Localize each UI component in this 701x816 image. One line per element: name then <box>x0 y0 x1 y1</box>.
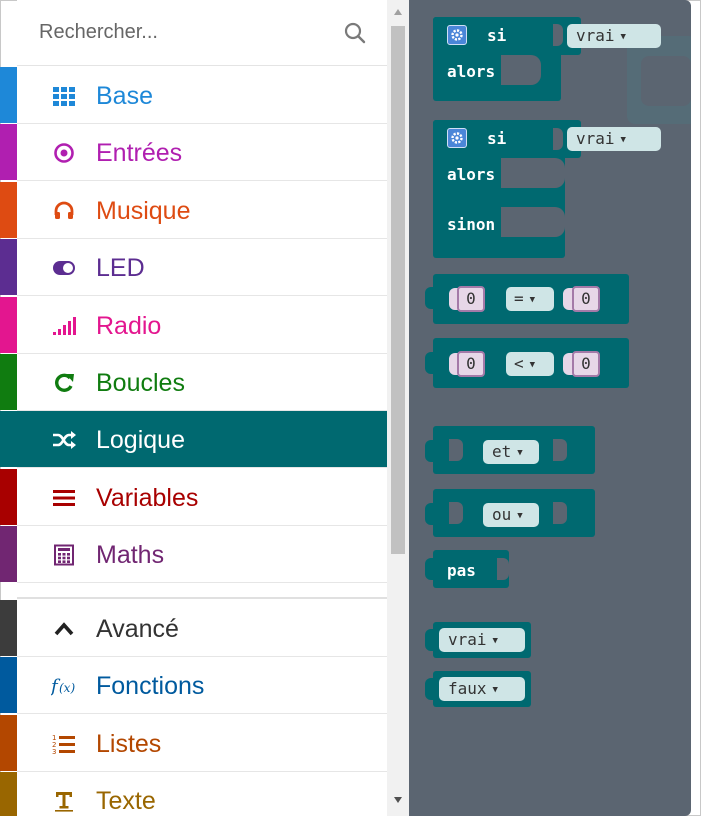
toolbox-divider <box>17 583 387 599</box>
category-color-bar <box>0 296 17 353</box>
shuffle-icon <box>51 427 77 453</box>
number-field-left[interactable]: 0 <box>457 351 485 377</box>
category-color-bar <box>0 124 17 181</box>
toolbox-scrollbar[interactable] <box>387 0 409 816</box>
category-color-bar <box>0 657 17 714</box>
headphones-icon <box>51 198 77 224</box>
si-keyword: si <box>487 129 507 148</box>
operator-dropdown[interactable]: < ▼ <box>506 352 554 376</box>
toolbox-category-boucles[interactable]: Boucles <box>0 354 387 411</box>
alors-keyword: alors <box>447 165 496 184</box>
search-bar <box>17 0 387 66</box>
number-field-left[interactable]: 0 <box>457 286 485 312</box>
toolbox-category-avance[interactable]: Avancé <box>0 600 387 657</box>
svg-text:(x): (x) <box>59 681 75 695</box>
category-label: Texte <box>96 787 156 816</box>
category-label: Variables <box>96 483 199 512</box>
signal-bars-icon <box>51 313 77 339</box>
toggle-icon <box>51 255 77 281</box>
category-color-bar <box>0 600 17 656</box>
toolbox-category-base[interactable]: Base <box>0 67 387 124</box>
toolbox-category-listes[interactable]: 1 2 3 Listes <box>0 714 387 772</box>
search-icon[interactable] <box>343 21 367 45</box>
category-label: Maths <box>96 541 165 570</box>
category-color-bar <box>0 714 17 771</box>
text-icon <box>51 788 77 814</box>
category-label: Base <box>96 82 153 110</box>
and-or-dropdown[interactable]: et ▼ <box>483 440 539 464</box>
toolbox-category-maths[interactable]: Maths <box>0 526 387 584</box>
toolbox-category-fonctions[interactable]: f (x) Fonctions <box>0 657 387 715</box>
category-color-bar <box>0 67 17 123</box>
toolbox-category-variables[interactable]: Variables <box>0 468 387 526</box>
refresh-icon <box>51 370 77 396</box>
toolbox-category-musique[interactable]: Musique <box>0 181 387 239</box>
gear-icon[interactable] <box>447 25 467 45</box>
logic-flyout: si vrai ▼ alors si vrai ▼ alors sinon 0 = ▼… <box>409 0 691 816</box>
category-color-bar <box>0 354 17 410</box>
number-field-right[interactable]: 0 <box>572 286 600 312</box>
lines-icon <box>51 485 77 511</box>
scroll-down-arrow-icon[interactable] <box>393 796 403 804</box>
operator-dropdown[interactable]: = ▼ <box>506 287 554 311</box>
toolbox: Base Entrées Musique LED Radio Boucles Logique… <box>0 0 387 816</box>
category-color-bar <box>0 181 17 238</box>
toolbox-category-logique[interactable]: Logique <box>0 411 387 469</box>
scrollbar-thumb[interactable] <box>391 26 405 554</box>
sinon-keyword: sinon <box>447 215 496 234</box>
workspace-ghost-block <box>641 56 691 106</box>
toolbox-category-entrees[interactable]: Entrées <box>0 124 387 182</box>
pas-keyword: pas <box>447 561 476 580</box>
search-input[interactable] <box>39 18 319 46</box>
category-label: Musique <box>96 196 191 225</box>
and-or-dropdown[interactable]: ou ▼ <box>483 503 539 527</box>
boolean-dropdown[interactable]: vrai ▼ <box>567 24 661 48</box>
boolean-dropdown[interactable]: vrai ▼ <box>439 628 525 652</box>
category-label: LED <box>96 254 145 283</box>
calculator-icon <box>51 542 77 568</box>
category-label: Avancé <box>96 615 179 643</box>
scroll-up-arrow-icon[interactable] <box>393 8 403 16</box>
boolean-dropdown[interactable]: vrai ▼ <box>567 127 661 151</box>
category-color-bar <box>0 239 17 296</box>
category-label: Boucles <box>96 369 185 397</box>
category-label: Listes <box>96 729 162 758</box>
boolean-dropdown[interactable]: faux ▼ <box>439 677 525 701</box>
toolbox-category-texte[interactable]: Texte <box>0 772 387 816</box>
function-icon: f (x) <box>51 673 77 699</box>
category-label: Fonctions <box>96 672 205 701</box>
category-color-bar <box>0 526 17 583</box>
numbered-list-icon: 123 <box>51 731 77 757</box>
grid-icon <box>51 83 77 109</box>
category-label: Logique <box>96 426 185 455</box>
si-keyword: si <box>487 26 507 45</box>
toolbox-category-radio[interactable]: Radio <box>0 296 387 354</box>
category-label: Radio <box>96 311 162 340</box>
target-icon <box>51 140 77 166</box>
number-field-right[interactable]: 0 <box>572 351 600 377</box>
chevron-up-icon <box>51 616 77 642</box>
alors-keyword: alors <box>447 62 496 81</box>
category-label: Entrées <box>96 139 183 168</box>
category-color-bar <box>0 772 17 816</box>
svg-text:3: 3 <box>52 748 56 755</box>
category-color-bar <box>0 411 17 468</box>
toolbox-category-led[interactable]: LED <box>0 239 387 297</box>
gear-icon[interactable] <box>447 128 467 148</box>
category-color-bar <box>0 468 17 525</box>
